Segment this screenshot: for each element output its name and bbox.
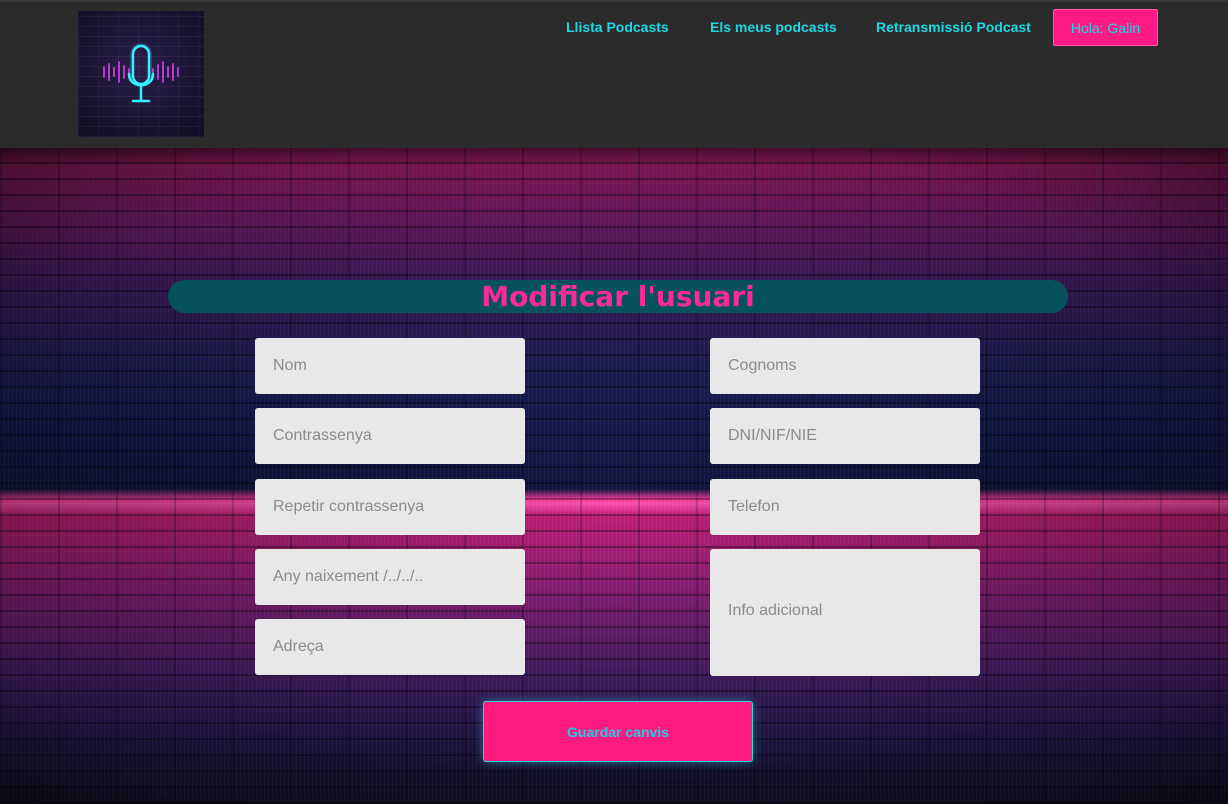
repeat-password-input[interactable] [255,479,525,535]
telefon-input[interactable] [710,479,980,535]
dni-input[interactable] [710,408,980,464]
cognoms-input[interactable] [710,338,980,394]
form-title: Modificar l'usuari [481,280,755,313]
site-header: Llista Podcasts Els meus podcasts Retran… [0,0,1228,148]
save-changes-button[interactable]: Guardar canvis [483,701,753,762]
password-input[interactable] [255,408,525,464]
info-adicional-textarea[interactable] [710,549,980,676]
nav-link-els-meus-podcasts[interactable]: Els meus podcasts [710,19,837,35]
nom-input[interactable] [255,338,525,394]
user-greeting-button[interactable]: Hola; Galin [1053,9,1158,46]
form-title-bar: Modificar l'usuari [168,280,1068,313]
adreca-input[interactable] [255,619,525,675]
microphone-soundwave-icon [103,43,179,103]
birth-year-input[interactable] [255,549,525,605]
podcast-logo[interactable] [78,11,204,137]
nav-link-retransmissio-podcast[interactable]: Retransmissió Podcast [876,19,1031,35]
nav-link-llista-podcasts[interactable]: Llista Podcasts [566,19,669,35]
